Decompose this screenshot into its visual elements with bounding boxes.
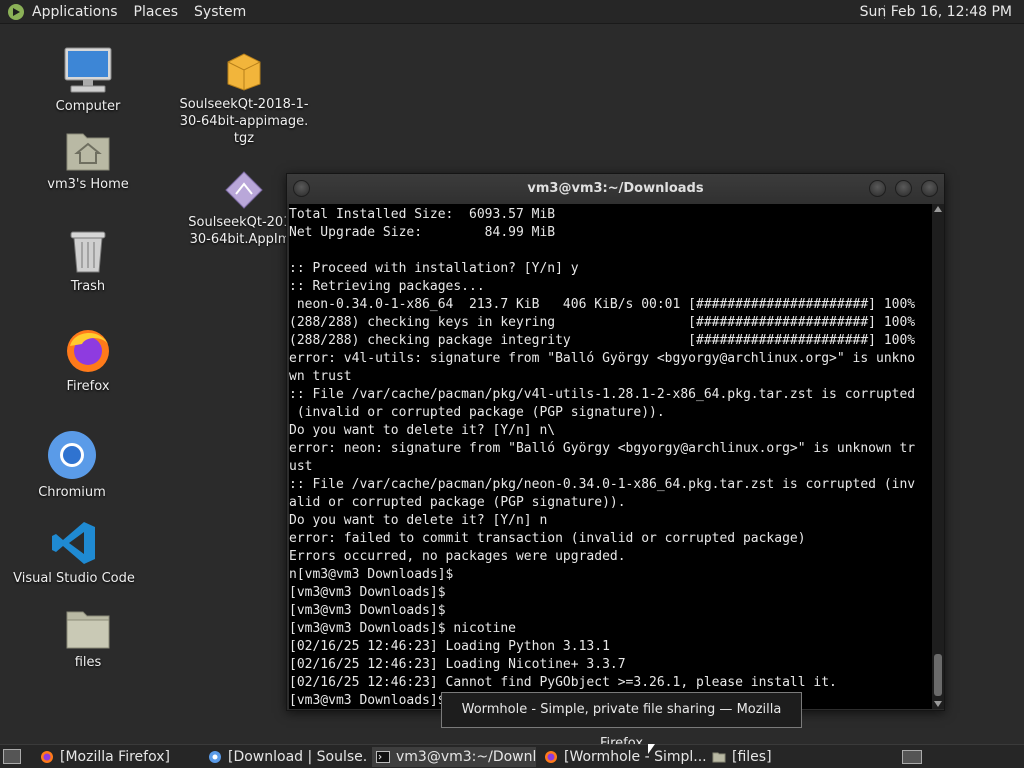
show-desktop-button[interactable] <box>3 749 21 764</box>
top-panel: Applications Places System Sun Feb 16, 1… <box>0 0 1024 24</box>
distro-logo-icon[interactable] <box>8 3 24 20</box>
terminal-line: n[vm3@vm3 Downloads]$ <box>289 567 454 582</box>
terminal-line: Do you want to delete it? [Y/n] n\ <box>289 423 556 438</box>
terminal-line: Total Installed Size: 6093.57 MiB <box>289 207 556 222</box>
taskbar-item-label: [Mozilla Firefox] <box>60 749 170 765</box>
desktop-icon-trash[interactable]: Trash <box>18 228 158 295</box>
terminal-line: [02/16/25 12:46:23] Loading Python 3.13.… <box>289 639 610 654</box>
terminal-line: [vm3@vm3 Downloads]$ nicotine <box>289 621 516 636</box>
terminal-output: Total Installed Size: 6093.57 MiB Net Upg… <box>289 206 915 709</box>
desktop-icon-files[interactable]: files <box>18 608 158 671</box>
desktop-icon-chromium[interactable]: Chromium <box>2 430 142 501</box>
terminal-icon <box>376 751 390 763</box>
desktop-icon-home[interactable]: vm3's Home <box>18 128 158 193</box>
desktop-icon-label: Visual Studio Code <box>13 571 135 586</box>
desktop-icon-computer[interactable]: Computer <box>18 46 158 115</box>
desktop-icon-label: tgz <box>233 131 255 146</box>
terminal-line: Errors occurred, no packages were upgrad… <box>289 549 626 564</box>
terminal-line: Do you want to delete it? [Y/n] n <box>289 513 548 528</box>
taskbar-item-firefox[interactable]: [Mozilla Firefox] <box>36 747 196 767</box>
taskbar-item-files[interactable]: [files] <box>708 747 868 767</box>
trash-icon <box>70 231 106 273</box>
desktop-icon-label: Computer <box>55 99 121 114</box>
scrollbar-thumb[interactable] <box>934 654 942 696</box>
system-menu[interactable]: System <box>186 0 254 24</box>
taskbar-item-wormhole[interactable]: [Wormhole - Simpl... <box>540 747 706 767</box>
terminal-line: Net Upgrade Size: 84.99 MiB <box>289 225 556 240</box>
desktop-icon-label: vm3's Home <box>47 177 129 192</box>
firefox-icon <box>545 751 557 763</box>
taskbar-item-terminal[interactable]: vm3@vm3:~/Downl... <box>372 747 536 767</box>
taskbar-item-label: [Wormhole - Simpl... <box>564 749 706 765</box>
terminal-line: :: File /var/cache/pacman/pkg/neon-0.34.… <box>289 477 916 492</box>
close-button[interactable] <box>921 180 938 197</box>
desktop-icon-label: SoulseekQt-2018-1- <box>179 97 309 112</box>
terminal-line: [02/16/25 12:46:23] Loading Nicotine+ 3.… <box>289 657 626 672</box>
terminal-line: ust <box>289 459 313 474</box>
places-menu[interactable]: Places <box>126 0 187 24</box>
terminal-line: [vm3@vm3 Downloads]$ <box>289 585 446 600</box>
terminal-line: [vm3@vm3 Downloads]$ <box>289 603 446 618</box>
desktop-icon-label: Trash <box>70 279 106 294</box>
terminal-line: (288/288) checking keys in keyring [####… <box>289 315 916 330</box>
maximize-button[interactable] <box>895 180 912 197</box>
chromium-icon <box>48 431 96 479</box>
terminal-line: :: Retrieving packages... <box>289 279 485 294</box>
taskbar-tooltip: Wormhole - Simple, private file sharing … <box>441 692 802 751</box>
applications-menu[interactable]: Applications <box>24 0 126 24</box>
bottom-panel: [Mozilla Firefox] [Download | Soulse... … <box>0 744 1024 768</box>
terminal-line: (invalid or corrupted package (PGP signa… <box>289 405 665 420</box>
taskbar-item-label: vm3@vm3:~/Downl... <box>396 749 536 765</box>
window-title: vm3@vm3:~/Downloads <box>527 181 704 196</box>
scroll-up-arrow-icon[interactable] <box>934 206 942 212</box>
terminal-line: :: File /var/cache/pacman/pkg/v4l-utils-… <box>289 387 916 402</box>
home-folder-icon <box>66 133 110 171</box>
minimize-button[interactable] <box>869 180 886 197</box>
desktop-icon-label: Chromium <box>38 485 106 500</box>
scroll-down-arrow-icon[interactable] <box>934 701 942 707</box>
taskbar-item-label: [files] <box>732 749 772 765</box>
firefox-icon <box>41 751 53 763</box>
terminal-line: error: neon: signature from "Balló Györg… <box>289 441 916 456</box>
vscode-icon <box>52 522 95 564</box>
desktop-icon-firefox[interactable]: Firefox <box>18 326 158 395</box>
mouse-cursor-icon <box>648 744 655 754</box>
computer-icon <box>64 47 112 93</box>
desktop-icon-label: files <box>74 655 102 670</box>
desktop-icon-vscode[interactable]: Visual Studio Code <box>4 520 144 587</box>
clock[interactable]: Sun Feb 16, 12:48 PM <box>860 0 1012 24</box>
archive-package-icon <box>227 53 261 91</box>
terminal-line: wn trust <box>289 369 352 384</box>
terminal-window[interactable]: vm3@vm3:~/Downloads Total Installed Size… <box>286 173 945 711</box>
terminal-output-area[interactable]: Total Installed Size: 6093.57 MiB Net Upg… <box>289 204 932 709</box>
terminal-line: alid or corrupted package (PGP signature… <box>289 495 626 510</box>
folder-icon <box>66 611 110 649</box>
terminal-line: error: failed to commit transaction (inv… <box>289 531 806 546</box>
terminal-titlebar[interactable]: vm3@vm3:~/Downloads <box>287 174 944 204</box>
appimage-icon <box>225 171 263 209</box>
desktop-icon-label: Firefox <box>66 379 110 394</box>
terminal-line: error: v4l-utils: signature from "Balló … <box>289 351 916 366</box>
terminal-line: :: Proceed with installation? [Y/n] y <box>289 261 579 276</box>
taskbar-item-label: [Download | Soulse... <box>228 749 366 765</box>
chromium-icon <box>209 751 221 763</box>
desktop-icon-label: 30-64bit-appimage. <box>179 114 309 129</box>
terminal-line: neon-0.34.0-1-x86_64 213.7 KiB 406 KiB/s… <box>289 297 916 312</box>
workspace-switcher[interactable] <box>902 750 922 764</box>
desktop-icon-soulseek-tgz[interactable]: SoulseekQt-2018-1- 30-64bit-appimage. tg… <box>174 50 314 147</box>
folder-icon <box>712 752 726 763</box>
taskbar-item-chromium[interactable]: [Download | Soulse... <box>204 747 366 767</box>
terminal-scrollbar[interactable] <box>932 204 944 709</box>
terminal-line: [02/16/25 12:46:23] Cannot find PyGObjec… <box>289 675 837 690</box>
firefox-icon <box>67 330 109 372</box>
terminal-line: (288/288) checking package integrity [##… <box>289 333 916 348</box>
